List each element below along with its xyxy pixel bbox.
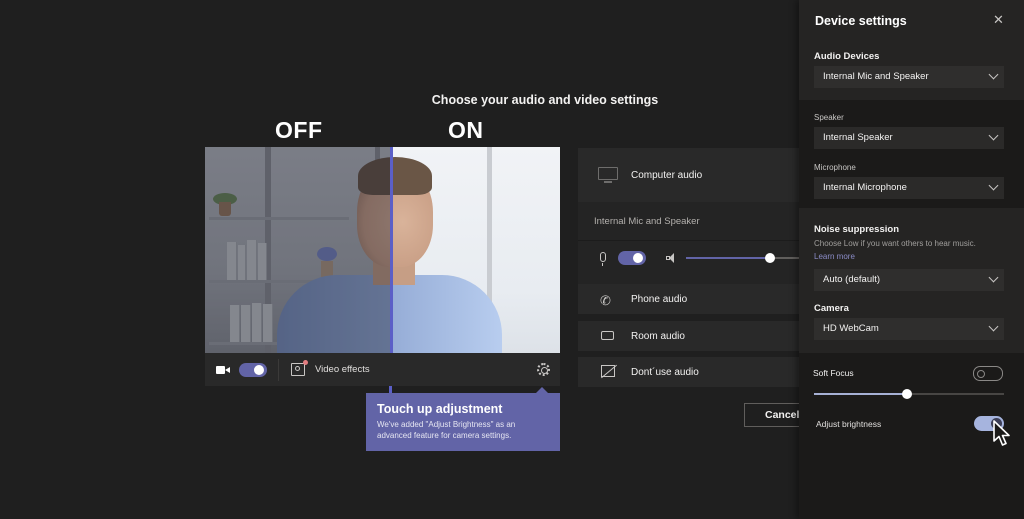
camera-label: Camera bbox=[814, 303, 849, 314]
background-effects-icon[interactable] bbox=[291, 360, 308, 376]
close-icon[interactable]: ✕ bbox=[993, 13, 1004, 26]
volume-slider-fill bbox=[686, 257, 771, 259]
room-audio-label: Room audio bbox=[631, 330, 685, 342]
computer-audio-option[interactable]: Computer audio bbox=[578, 148, 818, 202]
audio-devices-label: Audio Devices bbox=[814, 51, 880, 62]
adjust-brightness-label: Adjust brightness bbox=[816, 419, 882, 429]
callout-title: Touch up adjustment bbox=[377, 402, 503, 416]
chevron-down-icon bbox=[988, 69, 999, 80]
camera-value: HD WebCam bbox=[823, 323, 879, 334]
comparison-off-label: OFF bbox=[275, 117, 323, 143]
chevron-down-icon bbox=[988, 180, 999, 191]
microphone-select[interactable]: Internal Microphone bbox=[814, 177, 1004, 199]
camera-toggle[interactable] bbox=[239, 362, 267, 377]
chevron-down-icon bbox=[988, 321, 999, 332]
learn-more-link[interactable]: Learn more bbox=[814, 252, 855, 261]
soft-focus-slider-fill bbox=[814, 393, 908, 395]
audio-devices-value: Internal Mic and Speaker bbox=[823, 71, 929, 82]
monitor-speaker-icon bbox=[598, 167, 618, 183]
divider bbox=[578, 240, 818, 241]
phone-icon: ✆ bbox=[600, 293, 611, 308]
room-display-icon bbox=[600, 329, 616, 343]
callout-body: We've added "Adjust Brightness" as an ad… bbox=[377, 420, 516, 440]
microphone-toggle[interactable] bbox=[618, 251, 646, 265]
soft-focus-slider[interactable] bbox=[814, 389, 1004, 399]
mouse-cursor-icon bbox=[993, 420, 1010, 446]
room-audio-option[interactable]: Room audio bbox=[578, 321, 818, 351]
speaker-label: Speaker bbox=[814, 113, 844, 122]
noise-suppression-help: Choose Low if you want others to hear mu… bbox=[814, 239, 976, 248]
dont-use-audio-label: Dont´use audio bbox=[631, 366, 699, 378]
video-effects-button[interactable]: Video effects bbox=[315, 364, 370, 375]
computer-audio-details: Internal Mic and Speaker bbox=[578, 202, 818, 288]
chevron-down-icon bbox=[988, 272, 999, 283]
phone-audio-option[interactable]: ✆ Phone audio bbox=[578, 284, 818, 314]
audio-devices-select[interactable]: Internal Mic and Speaker bbox=[814, 66, 1004, 88]
video-camera-icon bbox=[216, 364, 230, 376]
device-settings-panel: Device settings ✕ Audio Devices Internal… bbox=[799, 0, 1024, 519]
video-toolbar: Video effects bbox=[205, 353, 560, 386]
audio-device-name: Internal Mic and Speaker bbox=[594, 216, 700, 227]
microphone-label: Microphone bbox=[814, 163, 856, 172]
dont-use-audio-option[interactable]: Dont´use audio bbox=[578, 357, 818, 387]
no-audio-icon bbox=[600, 365, 616, 379]
camera-select[interactable]: HD WebCam bbox=[814, 318, 1004, 340]
chevron-down-icon bbox=[988, 130, 999, 141]
microphone-value: Internal Microphone bbox=[823, 182, 907, 193]
comparison-divider bbox=[390, 147, 393, 353]
microphone-icon bbox=[600, 252, 606, 266]
brightness-off-overlay bbox=[205, 147, 391, 353]
comparison-on-label: ON bbox=[448, 117, 484, 143]
page-title: Choose your audio and video settings bbox=[431, 93, 659, 107]
noise-suppression-value: Auto (default) bbox=[823, 274, 881, 285]
speaker-value: Internal Speaker bbox=[823, 132, 893, 143]
video-preview bbox=[205, 147, 560, 353]
noise-suppression-label: Noise suppression bbox=[814, 224, 899, 235]
computer-audio-label: Computer audio bbox=[631, 169, 703, 181]
speaker-select[interactable]: Internal Speaker bbox=[814, 127, 1004, 149]
noise-suppression-select[interactable]: Auto (default) bbox=[814, 269, 1004, 291]
notification-dot bbox=[303, 360, 308, 365]
toolbar-divider bbox=[278, 358, 279, 381]
soft-focus-toggle[interactable] bbox=[973, 366, 1003, 381]
volume-slider-thumb[interactable] bbox=[765, 253, 776, 263]
touch-up-callout: Touch up adjustment We've added "Adjust … bbox=[366, 387, 560, 451]
phone-audio-label: Phone audio bbox=[631, 293, 688, 305]
gear-icon[interactable] bbox=[537, 363, 550, 376]
soft-focus-label: Soft Focus bbox=[813, 368, 854, 378]
panel-title: Device settings bbox=[815, 14, 907, 28]
speaker-volume-icon bbox=[666, 253, 678, 263]
